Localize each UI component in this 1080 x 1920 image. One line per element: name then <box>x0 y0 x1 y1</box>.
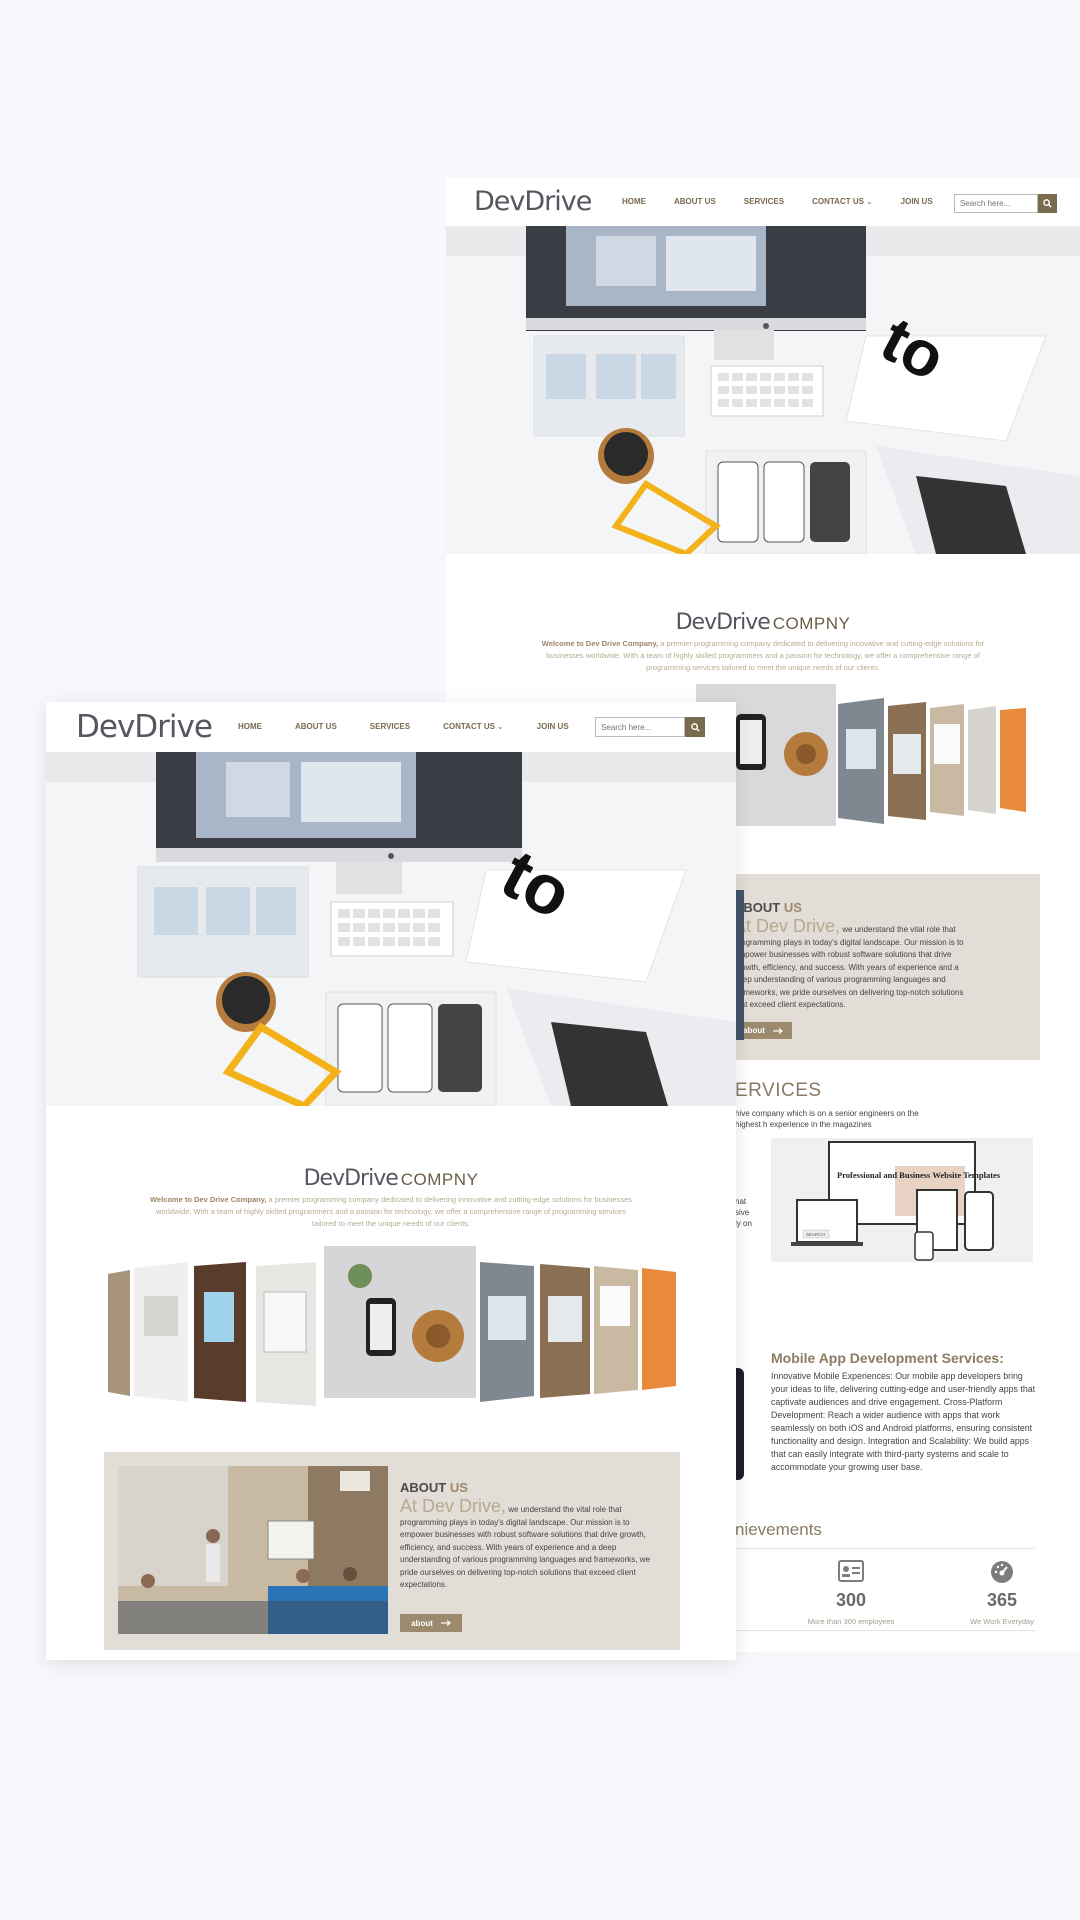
mockup-cta: SEARCH <box>806 1232 825 1237</box>
main-nav: HOME ABOUT US SERVICES CONTACT US ⌄ JOIN… <box>622 197 933 206</box>
services-title: ERVICES <box>735 1080 822 1101</box>
mockup-front: DevDrive HOME ABOUT US SERVICES CONTACT … <box>46 702 736 1660</box>
about-lead-big: At Dev Drive, <box>734 916 841 936</box>
team-photo <box>118 1466 388 1634</box>
search-button[interactable] <box>685 717 705 737</box>
intro-bold: Welcome to Dev Drive Company, <box>149 1195 267 1204</box>
brand-suffix: COMPNY <box>400 1170 479 1189</box>
about-text: At Dev Drive, we understand the vital ro… <box>734 917 970 1012</box>
about-section: ABOUT US At Dev Drive, we understand the… <box>734 874 1040 1060</box>
stat-caption: More than 300 employees <box>807 1617 895 1626</box>
hero-image: to <box>46 752 736 1106</box>
achievements-divider <box>735 1548 1035 1549</box>
services-subtitle: hive company which is on a senior engine… <box>735 1109 919 1129</box>
services-clipped-text: nat sive ly on <box>735 1197 752 1228</box>
navbar: DevDrive HOME ABOUT US SERVICES CONTACT … <box>446 178 1080 228</box>
search-icon <box>1043 199 1052 208</box>
mockup-headline: Professional and Business Website Templa… <box>837 1170 1001 1180</box>
stat-caption: We Work Everyday <box>970 1617 1034 1626</box>
id-card-icon <box>838 1560 864 1582</box>
stat-number: 365 <box>986 1590 1018 1610</box>
search-form <box>595 717 705 737</box>
intro-bold: Welcome to Dev Drive Company, <box>541 639 659 648</box>
about-button[interactable]: about <box>400 1614 462 1632</box>
intro-text: Welcome to Dev Drive Company, a premier … <box>536 638 990 674</box>
speedometer-icon <box>991 1561 1013 1583</box>
about-section: ABOUT US At Dev Drive, we understand the… <box>104 1452 680 1650</box>
brand-heading: DevDrive COMPNY <box>46 1166 736 1191</box>
website-mockup-image: Professional and Business Website Templa… <box>771 1138 1033 1262</box>
intro-text: Welcome to Dev Drive Company, a premier … <box>146 1194 636 1230</box>
stat-number: 300 <box>835 1590 867 1610</box>
arrow-right-icon <box>440 1620 451 1626</box>
brand-logo: DevDrive <box>303 1166 399 1191</box>
achievements-title: nievements <box>735 1520 822 1539</box>
search-input[interactable] <box>954 194 1038 213</box>
brand-heading: DevDrive COMPNY <box>446 610 1080 635</box>
search-button[interactable] <box>1038 194 1057 213</box>
mobile-services-text: Innovative Mobile Experiences: Our mobil… <box>771 1371 1036 1472</box>
brand-suffix: COMPNY <box>772 614 851 633</box>
nav-contact[interactable]: CONTACT US <box>443 722 495 731</box>
about-title: ABOUT US <box>734 900 802 915</box>
nav-home[interactable]: HOME <box>238 722 262 731</box>
logo[interactable]: DevDrive <box>76 709 213 745</box>
achievements-divider-bottom <box>735 1630 1035 1631</box>
search-input[interactable] <box>595 717 685 737</box>
nav-join[interactable]: JOIN US <box>537 722 569 731</box>
about-lead-big: At Dev Drive, <box>400 1496 507 1516</box>
stat-everyday: 365 We Work Everyday <box>952 1560 1052 1626</box>
navbar: DevDrive HOME ABOUT US SERVICES CONTACT … <box>46 702 736 752</box>
logo[interactable]: DevDrive <box>474 186 592 217</box>
mobile-services-title: Mobile App Development Services: <box>771 1350 1004 1366</box>
hero-image: to <box>446 226 1080 554</box>
nav-home[interactable]: HOME <box>622 197 646 206</box>
image-gallery <box>696 684 1036 844</box>
nav-about[interactable]: ABOUT US <box>295 722 337 731</box>
brand-logo: DevDrive <box>675 610 771 635</box>
nav-about[interactable]: ABOUT US <box>674 197 716 206</box>
nav-services[interactable]: SERVICES <box>744 197 784 206</box>
stat-employees: 300 More than 300 employees <box>801 1560 901 1626</box>
chevron-down-icon[interactable]: ⌄ <box>497 722 504 731</box>
about-text: At Dev Drive, we understand the vital ro… <box>400 1497 664 1592</box>
nav-join[interactable]: JOIN US <box>901 197 933 206</box>
image-gallery <box>108 1246 676 1436</box>
search-form <box>954 194 1057 213</box>
about-title: ABOUT US <box>400 1480 468 1495</box>
search-icon <box>690 722 700 732</box>
nav-contact[interactable]: CONTACT US <box>812 197 864 206</box>
chevron-down-icon[interactable]: ⌄ <box>866 197 873 206</box>
main-nav: HOME ABOUT US SERVICES CONTACT US ⌄ JOIN… <box>238 722 569 731</box>
about-lead-text: we understand the vital role that progra… <box>400 1505 650 1589</box>
nav-services[interactable]: SERVICES <box>370 722 410 731</box>
about-lead-text: we understand the vital role that progra… <box>734 925 964 1009</box>
arrow-right-icon <box>772 1027 783 1034</box>
